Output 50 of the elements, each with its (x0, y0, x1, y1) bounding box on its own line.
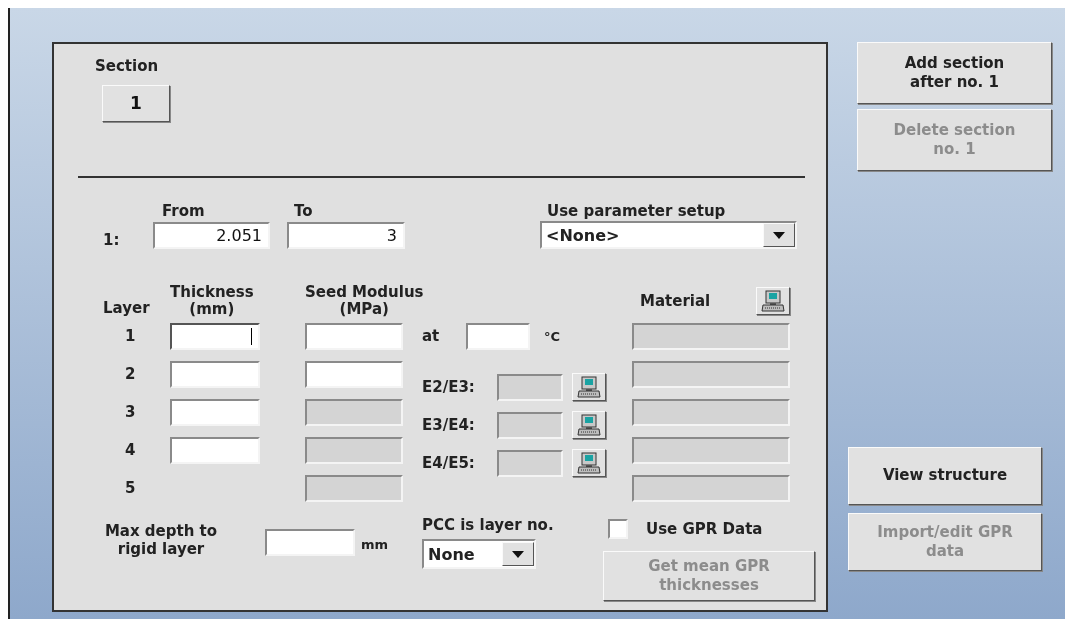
from-label: From (162, 202, 205, 220)
ratio-label: E2/E3: (422, 378, 476, 396)
input-field[interactable] (305, 360, 403, 388)
structure-action-button[interactable]: View structure (848, 447, 1042, 505)
use-gpr-checkbox[interactable] (608, 519, 628, 539)
material-lookup-button[interactable] (756, 287, 790, 315)
input-field[interactable] (170, 360, 260, 388)
computer-icon (577, 376, 601, 398)
to-label: To (294, 202, 313, 220)
section-label: Section (95, 58, 160, 75)
seed-modulus-header: Seed Modulus (MPa) (305, 284, 424, 317)
celsius-unit: °C (544, 328, 561, 344)
parameter-setup-label: Use parameter setup (547, 202, 726, 220)
layer-header: Layer (103, 299, 150, 317)
section-action-button[interactable]: Add section after no. 1 (857, 42, 1052, 104)
input-field[interactable] (466, 322, 530, 350)
layer-number: 3 (125, 403, 136, 421)
max-depth-label: Max depth to rigid layer (103, 522, 219, 558)
layer-number: 5 (125, 479, 136, 497)
at-label: at (422, 327, 441, 345)
layer-number: 4 (125, 441, 136, 459)
ratio-label: E3/E4: (422, 416, 476, 434)
layer-number: 2 (125, 365, 136, 383)
use-gpr-label: Use GPR Data (646, 520, 763, 538)
input-field[interactable] (305, 322, 403, 350)
section-number-button[interactable]: 1 (102, 84, 170, 122)
interval-index: 1: (103, 231, 120, 249)
layer-number: 1 (125, 327, 136, 345)
input-field[interactable] (170, 398, 260, 426)
input-field[interactable]: 2.051 (153, 222, 270, 249)
parameter-setup-dropdown[interactable]: <None> (540, 221, 797, 249)
computer-icon (761, 290, 785, 312)
ratio-lookup-button[interactable] (572, 449, 606, 477)
caret-icon (512, 550, 524, 558)
thickness-header: Thickness (mm) (170, 284, 254, 317)
input-field[interactable]: 3 (287, 222, 405, 249)
ratio-label: E4/E5: (422, 454, 476, 472)
material-header: Material (640, 292, 711, 310)
input-field[interactable] (170, 436, 260, 464)
input-field[interactable] (170, 322, 260, 350)
caret-icon (773, 231, 785, 239)
pcc-label: PCC is layer no. (422, 516, 555, 534)
mm-unit: mm (361, 537, 389, 552)
text-cursor (251, 327, 252, 345)
input-field[interactable] (265, 529, 355, 556)
ratio-lookup-button[interactable] (572, 411, 606, 439)
computer-icon (577, 452, 601, 474)
ratio-lookup-button[interactable] (572, 373, 606, 401)
pcc-layer-dropdown[interactable]: None (422, 539, 536, 569)
computer-icon (577, 414, 601, 436)
